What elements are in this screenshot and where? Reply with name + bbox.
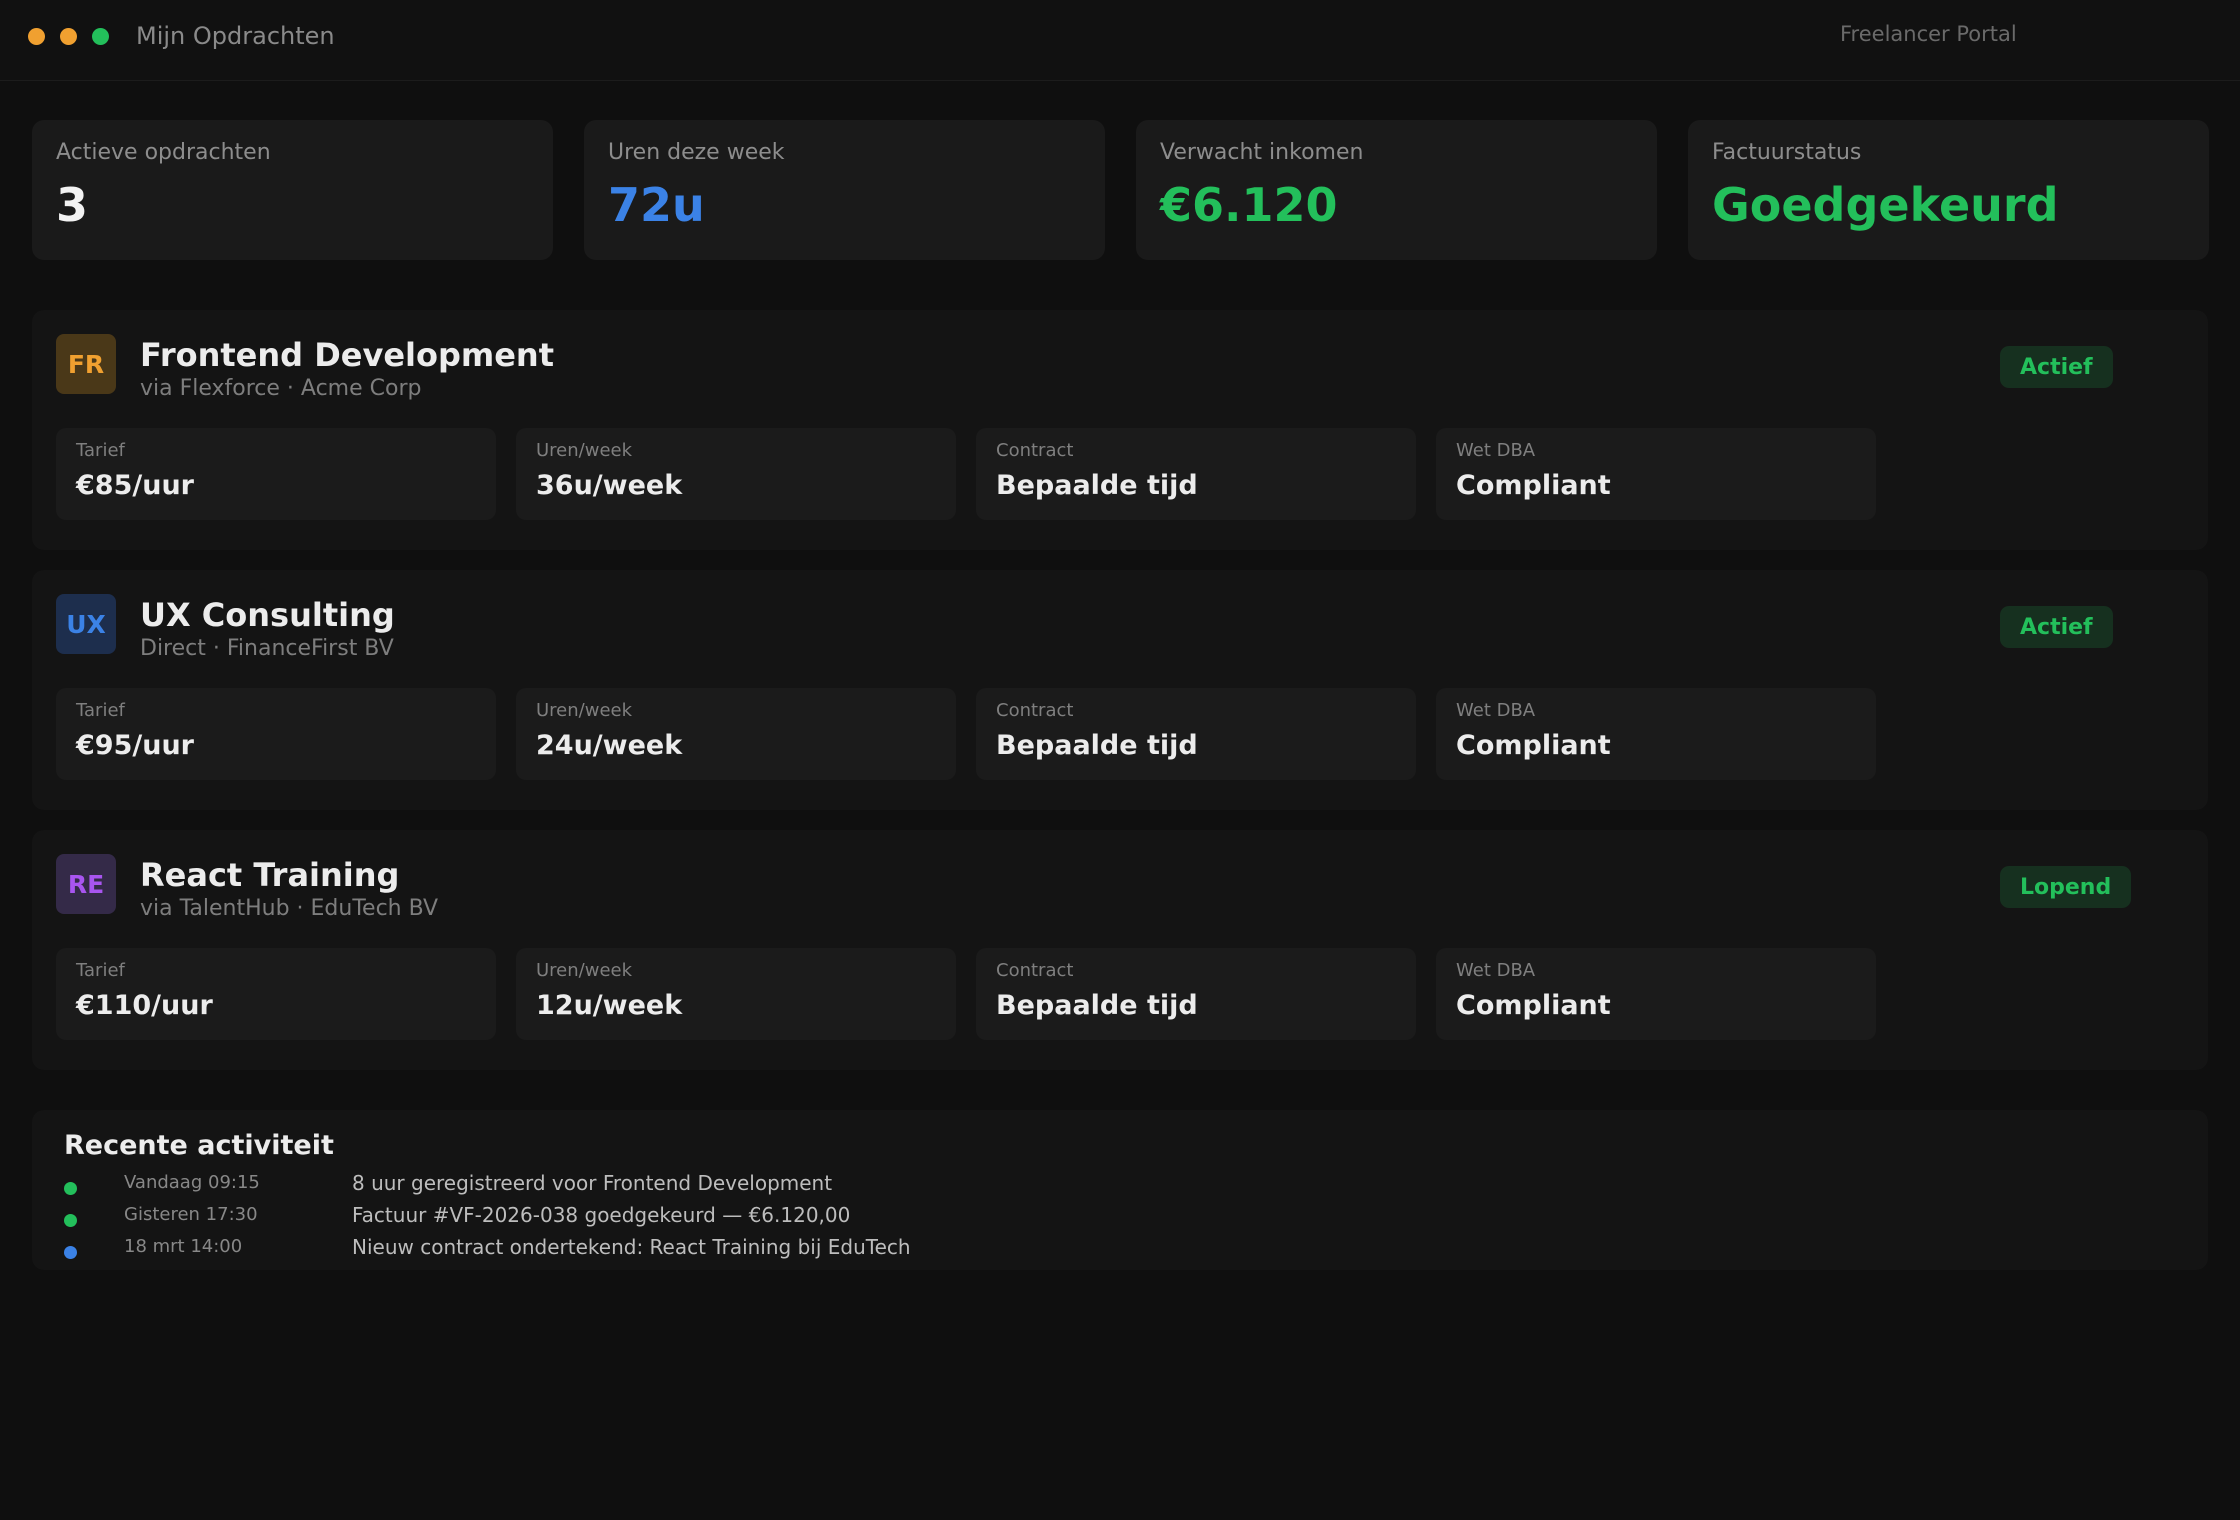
stat-card-invoice-status: Factuurstatus Goedgekeurd (1688, 120, 2209, 260)
app-title: Mijn Opdrachten (136, 22, 335, 50)
project-avatar: RE (56, 854, 116, 914)
detail-value: 36u/week (536, 470, 683, 501)
detail-rate: Tarief €85/uur (56, 428, 496, 520)
activity-time: 18 mrt 14:00 (124, 1236, 243, 1257)
window-maximize-button[interactable] (92, 28, 109, 45)
activity-text: Nieuw contract ondertekend: React Traini… (352, 1235, 911, 1259)
stat-card-expected-income: Verwacht inkomen €6.120 (1136, 120, 1657, 260)
detail-value: 24u/week (536, 730, 683, 761)
stat-card-hours-this-week: Uren deze week 72u (584, 120, 1105, 260)
detail-value: Compliant (1456, 730, 1611, 761)
detail-value: Compliant (1456, 990, 1611, 1021)
project-subtitle: via Flexforce · Acme Corp (140, 376, 422, 401)
stat-card-active-assignments: Actieve opdrachten 3 (32, 120, 553, 260)
detail-label: Wet DBA (1456, 700, 1536, 721)
detail-rate: Tarief €95/uur (56, 688, 496, 780)
status-dot-icon (64, 1182, 77, 1195)
detail-wet-dba: Wet DBA Compliant (1436, 688, 1876, 780)
detail-wet-dba: Wet DBA Compliant (1436, 948, 1876, 1040)
status-badge: Actief (2000, 346, 2113, 388)
detail-label: Contract (996, 700, 1074, 721)
stat-label: Verwacht inkomen (1160, 140, 1364, 165)
detail-label: Uren/week (536, 700, 633, 721)
detail-contract: Contract Bepaalde tijd (976, 948, 1416, 1040)
detail-value: €85/uur (76, 470, 194, 501)
detail-label: Tarief (76, 440, 125, 461)
detail-label: Contract (996, 440, 1074, 461)
project-title: Frontend Development (140, 336, 554, 374)
window-minimize-button[interactable] (60, 28, 77, 45)
stat-label: Actieve opdrachten (56, 140, 271, 165)
stat-value: Goedgekeurd (1712, 178, 2059, 232)
portal-label: Freelancer Portal (1840, 22, 2017, 46)
detail-contract: Contract Bepaalde tijd (976, 688, 1416, 780)
detail-label: Tarief (76, 960, 125, 981)
project-avatar: FR (56, 334, 116, 394)
detail-label: Uren/week (536, 960, 633, 981)
detail-label: Contract (996, 960, 1074, 981)
project-title: React Training (140, 856, 400, 894)
activity-time: Vandaag 09:15 (124, 1172, 260, 1193)
project-subtitle: Direct · FinanceFirst BV (140, 636, 394, 661)
detail-label: Wet DBA (1456, 440, 1536, 461)
status-dot-icon (64, 1246, 77, 1259)
project-card-react-training[interactable]: RE React Training via TalentHub · EduTec… (32, 830, 2208, 1070)
project-card-frontend-development[interactable]: FR Frontend Development via Flexforce · … (32, 310, 2208, 550)
status-badge: Actief (2000, 606, 2113, 648)
detail-value: €95/uur (76, 730, 194, 761)
detail-value: Bepaalde tijd (996, 470, 1198, 501)
detail-rate: Tarief €110/uur (56, 948, 496, 1040)
activity-item: Gisteren 17:30 Factuur #VF-2026-038 goed… (64, 1203, 2164, 1232)
project-subtitle: via TalentHub · EduTech BV (140, 896, 439, 921)
activity-text: 8 uur geregistreerd voor Frontend Develo… (352, 1171, 833, 1195)
activity-text: Factuur #VF-2026-038 goedgekeurd — €6.12… (352, 1203, 851, 1227)
stat-label: Uren deze week (608, 140, 785, 165)
detail-value: €110/uur (76, 990, 213, 1021)
detail-contract: Contract Bepaalde tijd (976, 428, 1416, 520)
recent-activity-panel: Recente activiteit Vandaag 09:15 8 uur g… (32, 1110, 2208, 1270)
activity-item: Vandaag 09:15 8 uur geregistreerd voor F… (64, 1171, 2164, 1200)
detail-value: Bepaalde tijd (996, 730, 1198, 761)
detail-hours: Uren/week 12u/week (516, 948, 956, 1040)
stat-label: Factuurstatus (1712, 140, 1862, 165)
status-badge: Lopend (2000, 866, 2132, 908)
activity-time: Gisteren 17:30 (124, 1204, 258, 1225)
detail-hours: Uren/week 36u/week (516, 428, 956, 520)
stat-value: €6.120 (1160, 178, 1338, 232)
stat-value: 72u (608, 178, 705, 232)
project-title: UX Consulting (140, 596, 395, 634)
detail-value: 12u/week (536, 990, 683, 1021)
stat-value: 3 (56, 178, 89, 232)
project-card-ux-consulting[interactable]: UX UX Consulting Direct · FinanceFirst B… (32, 570, 2208, 810)
activity-title: Recente activiteit (64, 1130, 334, 1161)
detail-hours: Uren/week 24u/week (516, 688, 956, 780)
detail-value: Compliant (1456, 470, 1611, 501)
detail-label: Tarief (76, 700, 125, 721)
detail-label: Wet DBA (1456, 960, 1536, 981)
activity-item: 18 mrt 14:00 Nieuw contract ondertekend:… (64, 1235, 2164, 1264)
detail-wet-dba: Wet DBA Compliant (1436, 428, 1876, 520)
project-avatar: UX (56, 594, 116, 654)
window-close-button[interactable] (28, 28, 45, 45)
detail-label: Uren/week (536, 440, 633, 461)
title-bar: Mijn Opdrachten Freelancer Portal (0, 0, 2240, 81)
detail-value: Bepaalde tijd (996, 990, 1198, 1021)
status-dot-icon (64, 1214, 77, 1227)
